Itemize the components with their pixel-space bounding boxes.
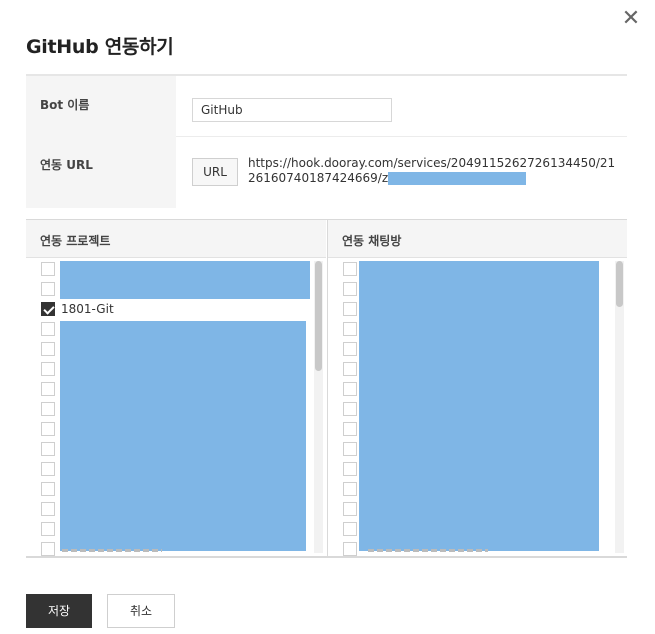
project-checkbox[interactable]	[41, 402, 55, 416]
redacted-block	[60, 261, 310, 299]
chat-room-panel-header: 연동 채팅방	[328, 220, 627, 258]
chat-room-panel: 연동 채팅방	[327, 220, 627, 557]
dialog-title: GitHub 연동하기	[26, 36, 174, 58]
chat-room-list	[328, 258, 627, 556]
project-checkbox[interactable]	[41, 462, 55, 476]
project-checkbox[interactable]	[41, 422, 55, 436]
chat-room-checkbox[interactable]	[343, 362, 357, 376]
url-button[interactable]: URL	[192, 158, 238, 186]
redacted-block	[388, 172, 527, 185]
project-checkbox[interactable]	[41, 262, 55, 276]
project-list: 1801-Git	[26, 258, 326, 556]
chat-room-checkbox[interactable]	[343, 302, 357, 316]
save-button[interactable]: 저장	[26, 594, 92, 628]
project-checkbox[interactable]	[41, 442, 55, 456]
project-checkbox[interactable]	[41, 322, 55, 336]
row-divider	[176, 136, 627, 137]
chat-room-checkbox[interactable]	[343, 522, 357, 536]
selection-panels: 연동 프로젝트 1801-Git 연동 채팅방	[26, 219, 627, 558]
project-checkbox[interactable]	[41, 542, 55, 556]
chat-room-checkbox[interactable]	[343, 442, 357, 456]
project-checkbox[interactable]	[41, 282, 55, 296]
cut-off-item	[62, 549, 162, 552]
chat-room-checkbox[interactable]	[343, 502, 357, 516]
chat-room-checkbox[interactable]	[343, 262, 357, 276]
close-icon[interactable]: ✕	[620, 8, 642, 30]
project-checkbox[interactable]	[41, 382, 55, 396]
bot-name-input[interactable]	[192, 98, 392, 122]
project-panel-header: 연동 프로젝트	[26, 220, 326, 258]
hook-url-text: https://hook.dooray.com/services/2049115…	[248, 156, 618, 186]
project-panel: 연동 프로젝트 1801-Git	[26, 220, 326, 557]
chat-room-checkbox[interactable]	[343, 282, 357, 296]
project-scrollbar[interactable]	[314, 261, 323, 553]
project-checkbox[interactable]	[41, 342, 55, 356]
project-checkbox[interactable]	[41, 522, 55, 536]
chat-room-checkbox[interactable]	[343, 542, 357, 556]
project-item-label[interactable]: 1801-Git	[61, 301, 114, 317]
chat-room-checkbox[interactable]	[343, 402, 357, 416]
redacted-block	[359, 261, 599, 551]
chat-room-checkbox[interactable]	[343, 482, 357, 496]
scrollbar-thumb[interactable]	[616, 261, 623, 307]
chat-room-scrollbar[interactable]	[615, 261, 624, 553]
chat-room-checkbox[interactable]	[343, 342, 357, 356]
cancel-button[interactable]: 취소	[107, 594, 175, 628]
scrollbar-thumb[interactable]	[315, 261, 322, 371]
chat-room-checkbox[interactable]	[343, 322, 357, 336]
project-checkbox[interactable]	[41, 482, 55, 496]
redacted-block	[60, 321, 306, 551]
chat-room-checkbox[interactable]	[343, 422, 357, 436]
url-label: 연동 URL	[40, 158, 93, 172]
bot-name-label: Bot 이름	[40, 98, 90, 112]
project-checkbox[interactable]	[41, 362, 55, 376]
project-checkbox[interactable]	[41, 502, 55, 516]
chat-room-checkbox[interactable]	[343, 382, 357, 396]
project-checkbox-checked[interactable]	[41, 302, 55, 316]
chat-room-checkbox[interactable]	[343, 462, 357, 476]
bot-settings-form: Bot 이름 연동 URL URL https://hook.dooray.co…	[26, 74, 627, 208]
cut-off-item	[368, 549, 488, 552]
